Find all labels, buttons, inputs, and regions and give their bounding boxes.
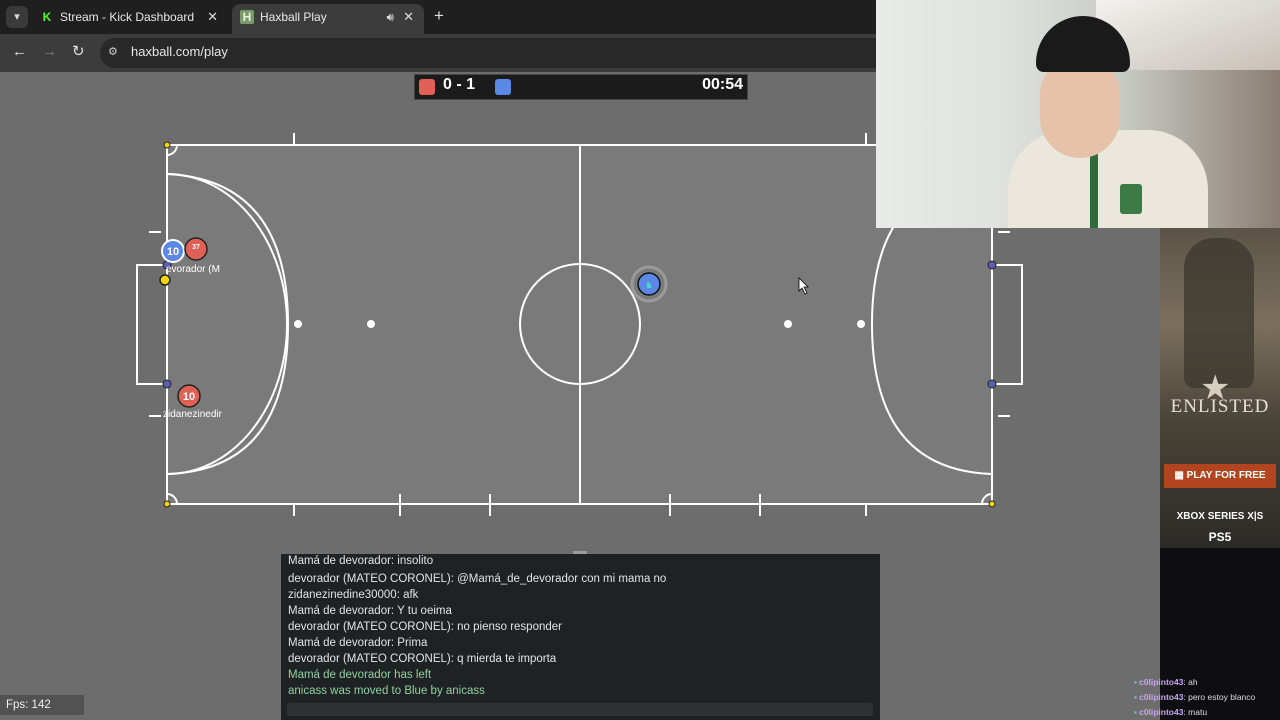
shirt-crest bbox=[1120, 184, 1142, 214]
chat-system-message: Mamá de devorador has left bbox=[288, 669, 432, 681]
chat-message: devorador (MATEO CORONEL): no pienso res… bbox=[288, 621, 562, 633]
scoreboard: 0 - 1 00:54 bbox=[414, 74, 748, 100]
chat-message: Mamá de devorador: Prima bbox=[288, 637, 428, 649]
stream-chat-line: ▪ c0lipinto43: matu bbox=[1134, 707, 1208, 717]
fps-counter: Fps: 142 bbox=[0, 695, 84, 715]
stream-chat-line: ▪ c0lipinto43: pero estoy blanco bbox=[1134, 692, 1256, 702]
ad-title: ENLISTED bbox=[1170, 396, 1270, 417]
chat-message: devorador (MATEO CORONEL): @Mamá_de_devo… bbox=[288, 573, 667, 585]
chat-message: devorador (MATEO CORONEL): q mierda te i… bbox=[288, 653, 557, 665]
right-goal bbox=[992, 264, 1023, 385]
play-for-free-button[interactable]: ▦ PLAY FOR FREE bbox=[1164, 464, 1276, 488]
red-team-indicator bbox=[419, 79, 435, 95]
player-number: 37 bbox=[192, 244, 200, 251]
stream-chat: ▪ c0lipinto43: ah ▪ c0lipinto43: pero esto… bbox=[1134, 548, 1280, 720]
chat-system-message: anicass was moved to Blue by anicass bbox=[288, 685, 485, 697]
game-chat: Mamá de devorador: insolito devorador (M… bbox=[281, 554, 880, 720]
player-number: 10 bbox=[167, 246, 179, 258]
chat-badge-icon: ▪ bbox=[1134, 692, 1138, 702]
player-name-label: zidanezinedir bbox=[163, 409, 222, 420]
ball bbox=[159, 274, 171, 286]
chat-message: Mamá de devorador: insolito bbox=[288, 555, 434, 567]
windows-icon: ▦ bbox=[1174, 470, 1187, 481]
score: 0 - 1 bbox=[443, 76, 476, 93]
player-avatar-icon: ♞ bbox=[645, 280, 653, 290]
webcam-overlay bbox=[876, 0, 1280, 228]
xbox-label: XBOX SERIES X|S bbox=[1176, 511, 1264, 522]
chat-message: Mamá de devorador: Y tu oeima bbox=[288, 605, 452, 617]
advertisement[interactable]: ★ ENLISTED ▦ PLAY FOR FREE XBOX SERIES X… bbox=[1160, 228, 1280, 548]
player-number: 10 bbox=[183, 391, 195, 403]
chat-badge-icon: ▪ bbox=[1134, 677, 1138, 687]
blue-team-indicator bbox=[495, 79, 511, 95]
ps5-label: PS5 bbox=[1208, 530, 1232, 544]
chat-input[interactable] bbox=[287, 703, 873, 716]
stream-chat-line: ▪ c0lipinto43: ah bbox=[1134, 677, 1198, 687]
chat-badge-icon: ▪ bbox=[1134, 707, 1138, 717]
player-name-label: evorador (M bbox=[166, 264, 220, 275]
chat-message: zidanezinedine30000: afk bbox=[288, 589, 419, 601]
match-timer: 00:54 bbox=[702, 76, 743, 93]
